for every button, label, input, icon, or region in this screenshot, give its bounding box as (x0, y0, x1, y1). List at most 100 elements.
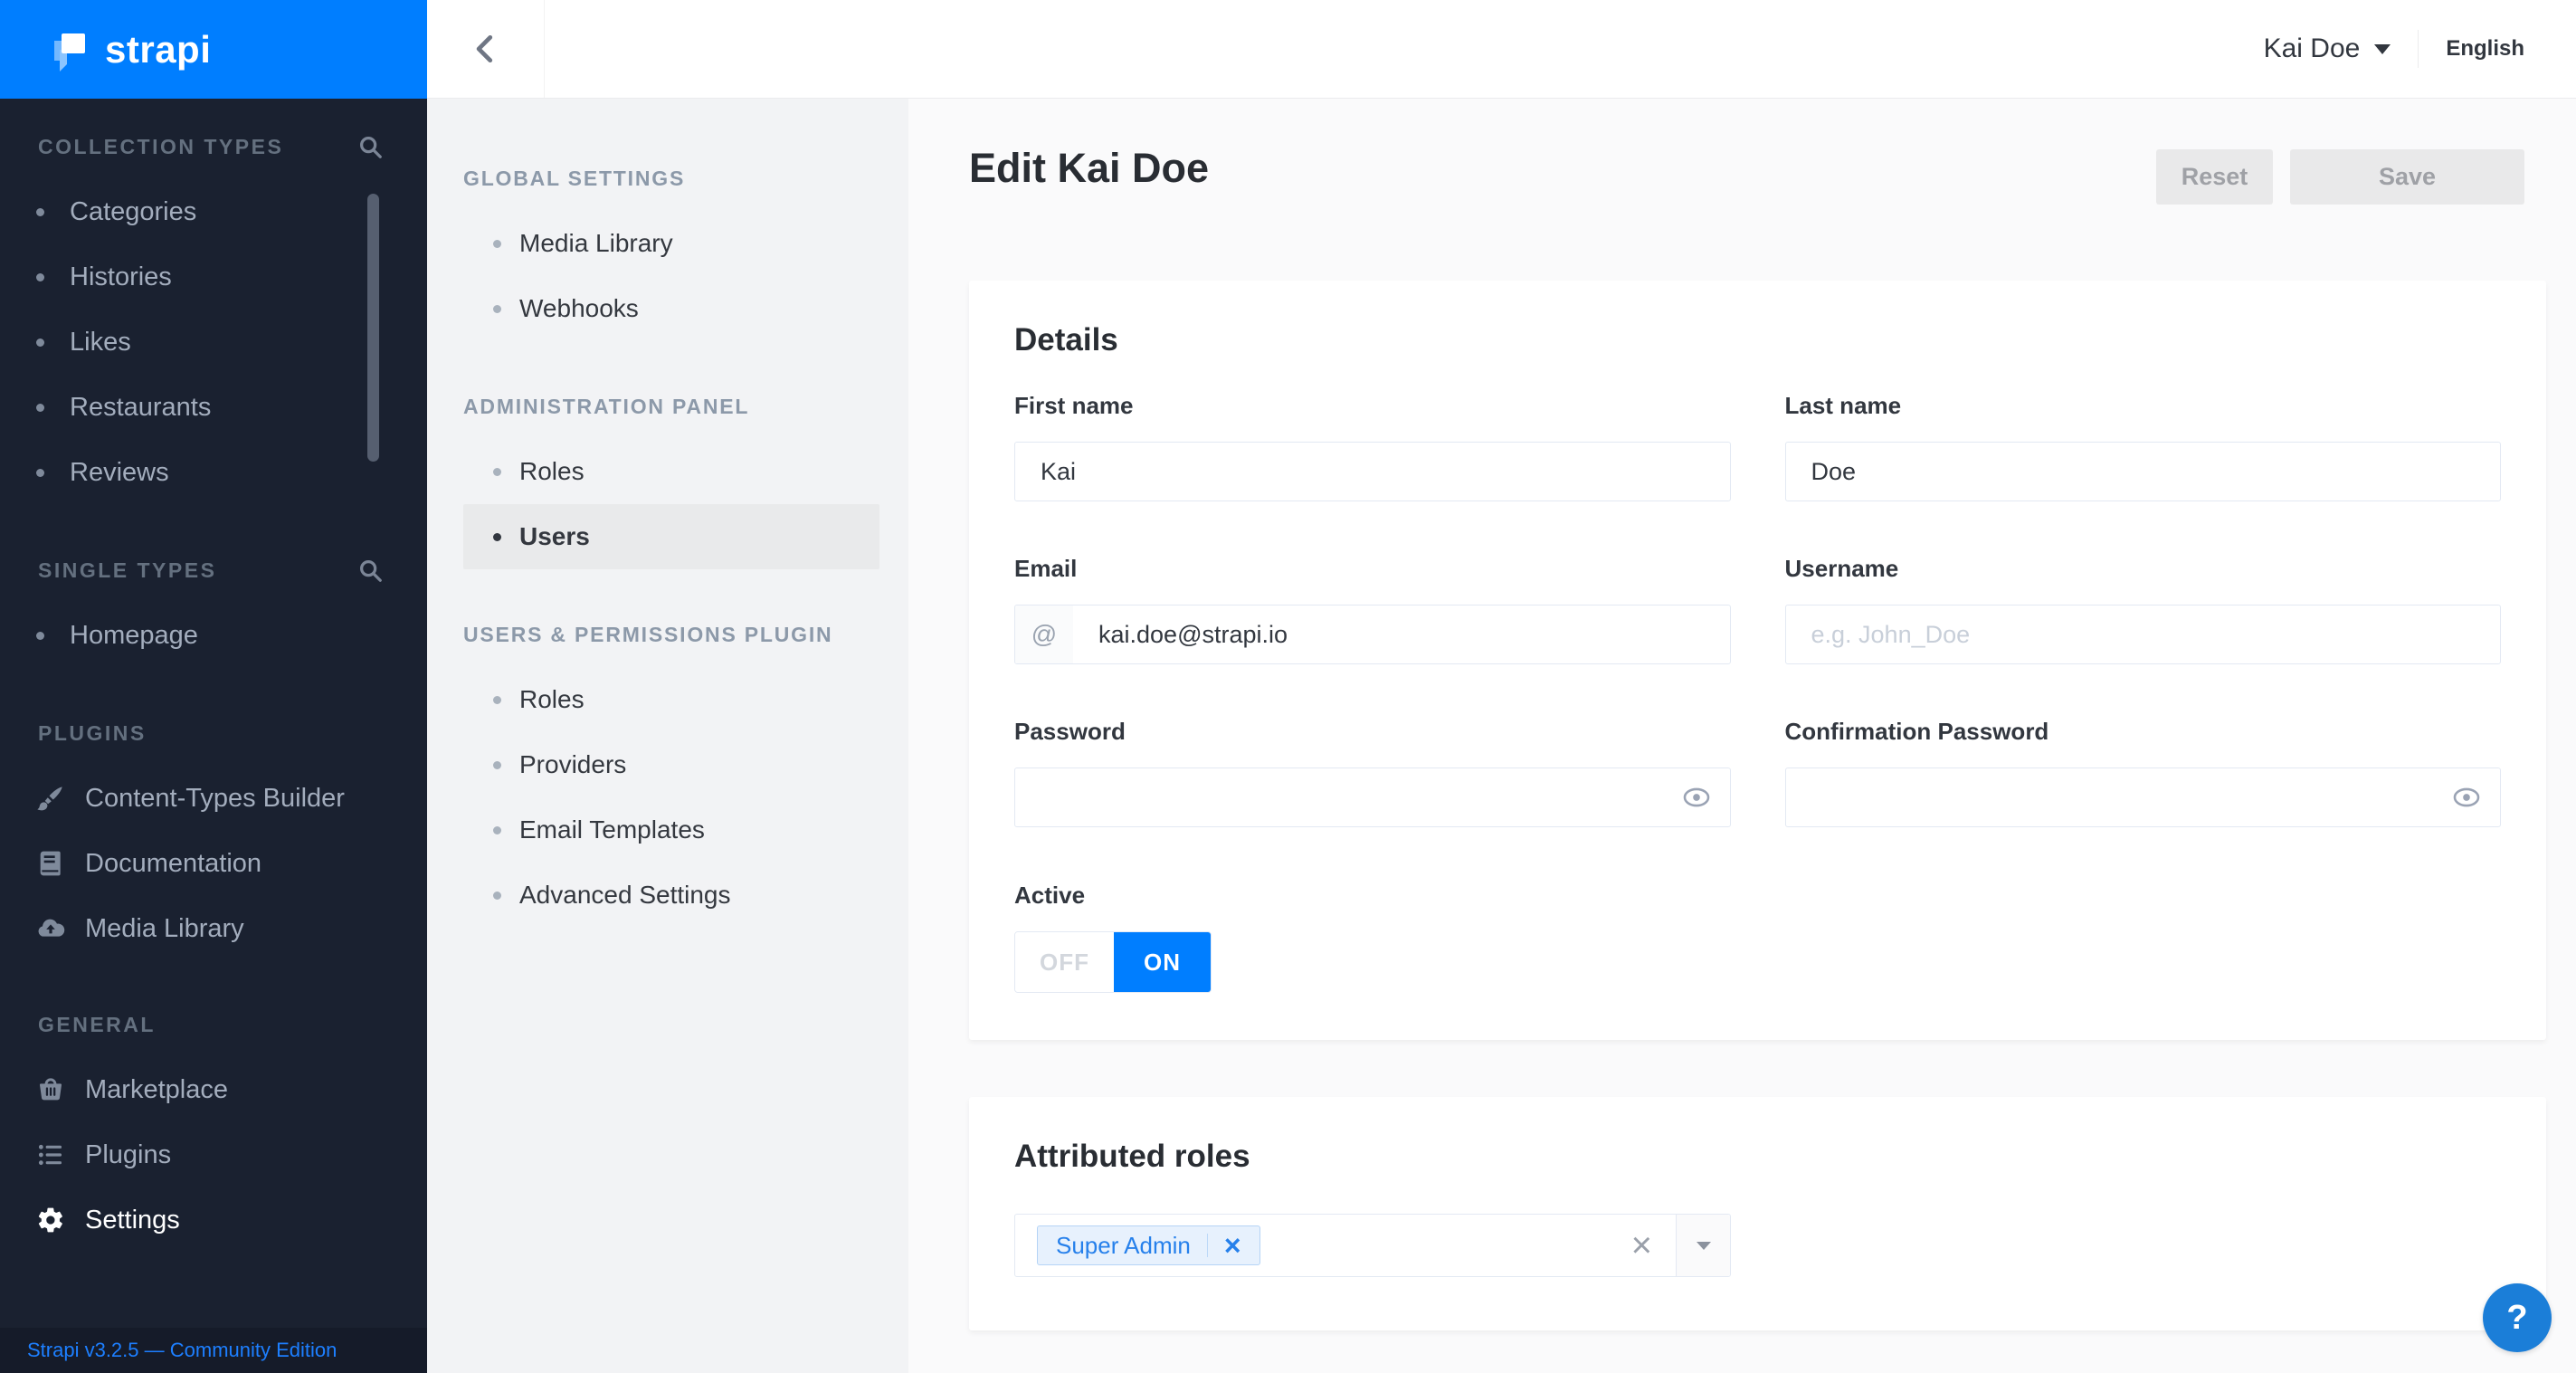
bullet-icon (36, 338, 44, 347)
sidebar-nav: COLLECTION TYPES Categories Histories Li… (0, 114, 427, 1253)
strapi-logo-icon (51, 28, 90, 72)
save-button[interactable]: Save (2290, 149, 2524, 205)
active-toggle[interactable]: OFF ON (1014, 931, 1212, 993)
sidebar-item-content-types-builder[interactable]: Content-Types Builder (0, 766, 427, 831)
help-button[interactable]: ? (2483, 1283, 2552, 1352)
sidebar-item-likes[interactable]: Likes (0, 310, 427, 375)
email-input[interactable] (1073, 605, 1730, 663)
strapi-logo[interactable]: strapi (0, 0, 427, 99)
settings-sidebar: GLOBAL SETTINGS Media Library Webhooks A… (427, 99, 908, 1373)
active-field: Active OFF ON (1014, 882, 2501, 993)
cloud-upload-icon (36, 914, 65, 943)
sidebar-item-histories[interactable]: Histories (0, 244, 427, 310)
topbar-right: Kai Doe English (2264, 30, 2576, 68)
settings-item-email-templates[interactable]: Email Templates (427, 797, 908, 863)
section-administration-panel: ADMINISTRATION PANEL (427, 374, 908, 439)
page-actions: Reset Save (2156, 149, 2524, 205)
chevron-down-icon (1697, 1242, 1711, 1250)
settings-item-media-library[interactable]: Media Library (427, 211, 908, 276)
confirmation-password-input[interactable] (1786, 768, 2501, 826)
sidebar-item-reviews[interactable]: Reviews (0, 440, 427, 505)
last-name-field: Last name (1785, 392, 2502, 501)
sidebar-item-marketplace[interactable]: Marketplace (0, 1057, 427, 1122)
username-input[interactable] (1786, 605, 2501, 663)
toggle-on-option[interactable]: ON (1114, 932, 1211, 992)
sidebar-item-plugins[interactable]: Plugins (0, 1122, 427, 1187)
confirmation-password-field: Confirmation Password (1785, 718, 2502, 827)
language-selector[interactable]: English (2446, 36, 2524, 62)
settings-item-providers[interactable]: Providers (427, 732, 908, 797)
last-name-input[interactable] (1786, 443, 2501, 501)
user-name: Kai Doe (2264, 33, 2361, 64)
topbar: Kai Doe English (427, 0, 2576, 99)
bullet-icon (36, 404, 44, 412)
sidebar-scrollbar[interactable] (367, 194, 379, 462)
user-menu[interactable]: Kai Doe (2264, 33, 2391, 64)
password-field: Password (1014, 718, 1731, 827)
bullet-icon (493, 468, 501, 476)
eye-icon[interactable] (1681, 782, 1712, 813)
eye-icon[interactable] (2451, 782, 2482, 813)
reset-button[interactable]: Reset (2156, 149, 2273, 205)
attributed-roles-card: Attributed roles Super Admin × × (969, 1097, 2546, 1330)
attributed-roles-heading: Attributed roles (1014, 1139, 2501, 1175)
sidebar-item-media-library[interactable]: Media Library (0, 896, 427, 961)
settings-item-up-roles[interactable]: Roles (427, 667, 908, 732)
page-title: Edit Kai Doe (969, 145, 1209, 192)
first-name-label: First name (1014, 392, 1731, 419)
first-name-input[interactable] (1015, 443, 1730, 501)
bullet-icon (493, 761, 501, 769)
bullet-icon (493, 826, 501, 834)
clear-select-icon[interactable]: × (1631, 1227, 1652, 1263)
section-users-permissions-plugin: USERS & PERMISSIONS PLUGIN (427, 602, 908, 667)
divider (2418, 30, 2419, 68)
bullet-icon (36, 208, 44, 216)
sidebar-item-settings[interactable]: Settings (0, 1187, 427, 1253)
active-label: Active (1014, 882, 2501, 909)
strapi-admin-app: strapi COLLECTION TYPES Categories Histo… (0, 0, 2576, 1373)
search-icon[interactable] (356, 557, 384, 584)
section-single-types: SINGLE TYPES (0, 538, 427, 603)
email-label: Email (1014, 555, 1731, 582)
bullet-icon (493, 696, 501, 704)
settings-item-admin-users[interactable]: Users (463, 504, 879, 569)
password-label: Password (1014, 718, 1731, 745)
divider (1207, 1234, 1208, 1257)
sidebar-item-categories[interactable]: Categories (0, 179, 427, 244)
section-global-settings: GLOBAL SETTINGS (427, 146, 908, 211)
main-sidebar: strapi COLLECTION TYPES Categories Histo… (0, 0, 427, 1373)
settings-item-advanced-settings[interactable]: Advanced Settings (427, 863, 908, 928)
details-card: Details First name Last name Email @ (969, 281, 2546, 1040)
paintbrush-icon (36, 784, 65, 813)
bullet-icon (493, 240, 501, 248)
strapi-version-link[interactable]: Strapi v3.2.5 — Community Edition (27, 1339, 337, 1362)
back-button[interactable] (427, 0, 545, 98)
bullet-icon (493, 533, 501, 541)
chevron-left-icon (469, 32, 503, 66)
sidebar-item-homepage[interactable]: Homepage (0, 603, 427, 668)
settings-item-webhooks[interactable]: Webhooks (427, 276, 908, 341)
section-collection-types: COLLECTION TYPES (0, 114, 427, 179)
gear-icon (36, 1206, 65, 1235)
remove-role-icon[interactable]: × (1224, 1231, 1241, 1260)
username-field: Username (1785, 555, 2502, 664)
settings-item-admin-roles[interactable]: Roles (427, 439, 908, 504)
section-plugins: PLUGINS (0, 701, 427, 766)
details-heading: Details (1014, 322, 2501, 358)
roles-select[interactable]: Super Admin × × (1014, 1214, 1731, 1277)
confirmation-password-label: Confirmation Password (1785, 718, 2502, 745)
role-chip-label: Super Admin (1056, 1232, 1191, 1260)
select-dropdown-button[interactable] (1676, 1215, 1730, 1276)
strapi-logo-text: strapi (105, 28, 211, 72)
toggle-off-option[interactable]: OFF (1015, 932, 1114, 992)
bullet-icon (36, 469, 44, 477)
basket-icon (36, 1075, 65, 1104)
password-input[interactable] (1015, 768, 1730, 826)
sidebar-item-restaurants[interactable]: Restaurants (0, 375, 427, 440)
username-label: Username (1785, 555, 2502, 582)
sidebar-item-documentation[interactable]: Documentation (0, 831, 427, 896)
at-sign-icon: @ (1015, 605, 1073, 663)
sidebar-footer: Strapi v3.2.5 — Community Edition (0, 1328, 427, 1373)
bullet-icon (493, 891, 501, 900)
search-icon[interactable] (356, 133, 384, 160)
